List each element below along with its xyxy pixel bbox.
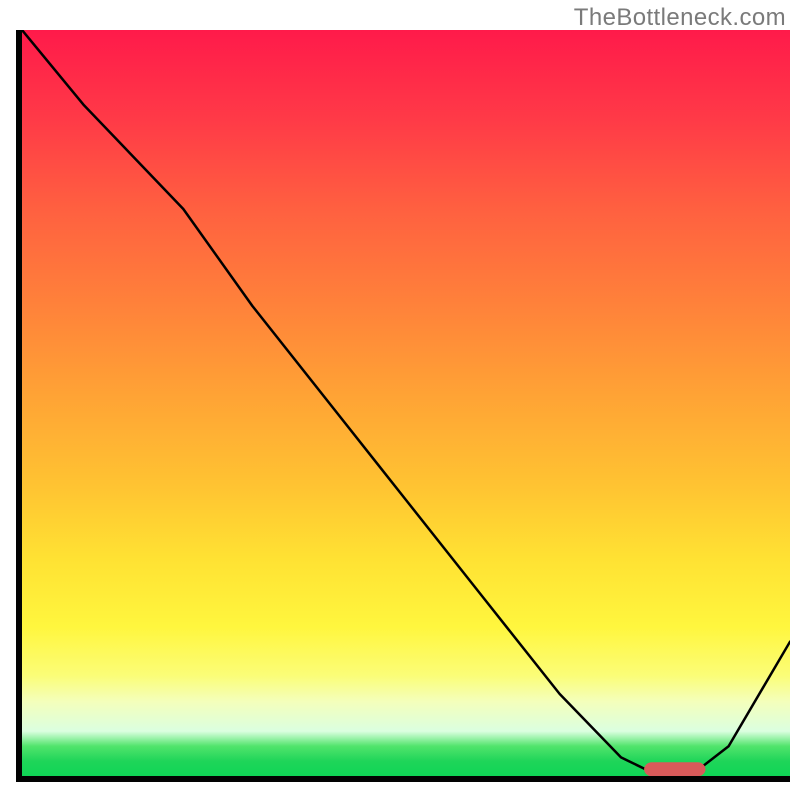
bottleneck-curve bbox=[22, 30, 790, 776]
x-axis bbox=[16, 776, 790, 782]
watermark-text: TheBottleneck.com bbox=[574, 4, 786, 32]
plot-area bbox=[22, 30, 790, 776]
chart-container: { "watermark": "TheBottleneck.com", "cha… bbox=[0, 0, 800, 800]
chart-overlay bbox=[22, 30, 790, 776]
optimal-marker bbox=[644, 762, 705, 776]
y-axis bbox=[16, 30, 22, 776]
